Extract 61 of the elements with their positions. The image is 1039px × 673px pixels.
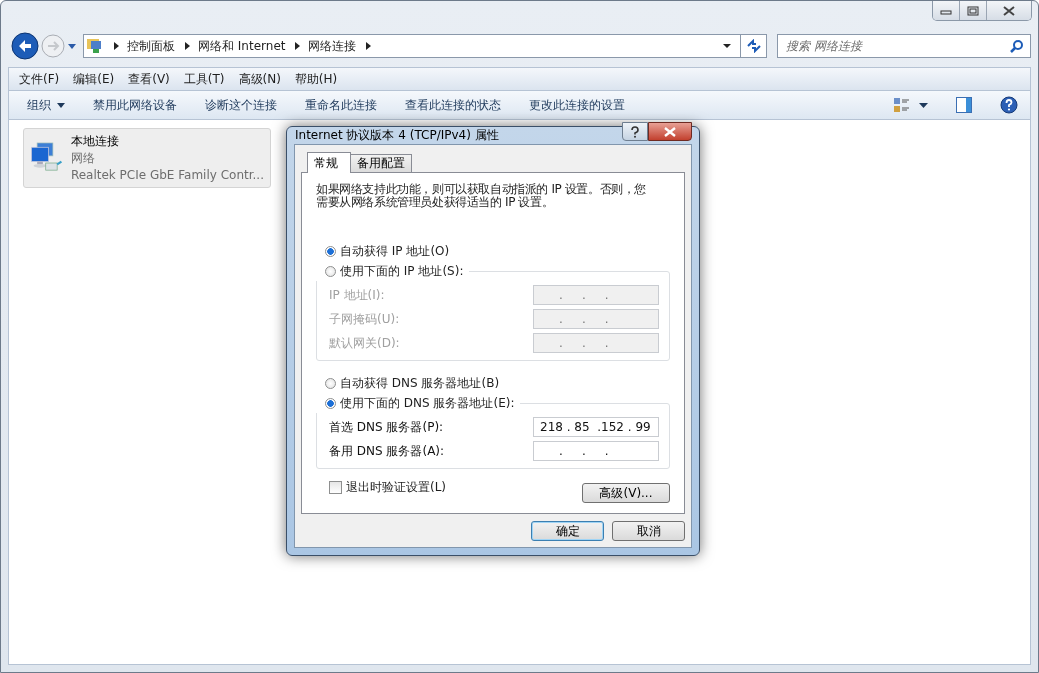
caret-icon[interactable] <box>919 102 928 108</box>
toolbar-button[interactable]: 组织 <box>27 96 65 114</box>
view-icon[interactable] <box>893 97 911 113</box>
menu-item[interactable]: 工具(T) <box>183 70 225 88</box>
ip-address-field[interactable]: . . . <box>533 441 659 461</box>
tab[interactable]: 常规 <box>307 152 351 173</box>
toolbar-button[interactable]: 重命名此连接 <box>305 96 377 114</box>
field-label: 备用 DNS 服务器(A): <box>329 442 445 460</box>
dialog-button[interactable]: 取消 <box>612 521 685 541</box>
search-field[interactable]: 搜索 网络连接 <box>777 34 1031 58</box>
menu-item[interactable]: 文件(F) <box>19 70 60 88</box>
chevron-icon <box>366 42 372 50</box>
close-icon <box>663 126 677 137</box>
description-text: 如果网络支持此功能，则可以获取自动指派的 IP 设置。否则，您需要从网络系统管理员处获得适当的 IP 设置。 <box>316 183 647 211</box>
network-folder-icon <box>86 37 104 55</box>
caret-icon[interactable] <box>67 42 77 50</box>
connection-item[interactable]: 本地连接 网络 Realtek PCIe GbE Family Contr... <box>23 128 271 188</box>
close-icon <box>1002 5 1016 16</box>
connection-name: 本地连接 <box>70 132 120 150</box>
breadcrumb[interactable]: 网络连接 <box>308 37 357 55</box>
menu-item[interactable]: 帮助(H) <box>294 70 338 88</box>
toolbar-button[interactable]: 诊断这个连接 <box>205 96 277 114</box>
dialog-button[interactable]: 确定 <box>531 521 604 541</box>
maximize-button[interactable] <box>960 1 987 20</box>
chevron-icon <box>114 42 119 50</box>
back-icon[interactable] <box>11 32 39 60</box>
adapter-name: Realtek PCIe GbE Family Contr... <box>70 166 264 184</box>
ip-address-field[interactable]: 218 . 85 .152 . 99 <box>533 417 659 437</box>
field-label: IP 地址(I): <box>329 286 385 304</box>
dialog-title: Internet 协议版本 4 (TCP/IPv4) 属性 <box>294 127 499 144</box>
address-bar[interactable]: 控制面板 网络和 Internet 网络连接 <box>83 34 741 58</box>
connection-status: 网络 <box>70 149 96 167</box>
question-icon <box>630 125 640 138</box>
dropdown-icon[interactable] <box>722 43 732 49</box>
breadcrumb[interactable]: 网络和 Internet <box>198 37 286 55</box>
caret-icon <box>57 102 65 108</box>
menu-item[interactable]: 编辑(E) <box>73 70 115 88</box>
checkbox-option[interactable]: 退出时验证设置(L) <box>329 478 447 496</box>
breadcrumb[interactable]: 控制面板 <box>127 37 175 55</box>
menu-item[interactable]: 高级(N) <box>238 70 281 88</box>
help-icon[interactable] <box>1000 96 1018 114</box>
field-label: 首选 DNS 服务器(P): <box>329 418 444 436</box>
search-icon <box>1010 39 1024 53</box>
field-label: 子网掩码(U): <box>329 310 400 328</box>
toolbar-button[interactable]: 更改此连接的设置 <box>529 96 625 114</box>
refresh-button[interactable] <box>741 34 767 58</box>
toolbar-button[interactable]: 查看此连接的状态 <box>405 96 501 114</box>
chevron-icon <box>295 42 301 50</box>
chevron-icon <box>185 42 190 50</box>
menu-item[interactable]: 查看(V) <box>128 70 170 88</box>
minimize-button[interactable] <box>933 1 960 20</box>
close-button[interactable] <box>648 122 692 141</box>
maximize-icon <box>967 5 979 16</box>
field-label: 默认网关(D): <box>329 334 400 352</box>
advanced-button[interactable]: 高级(V)... <box>582 483 670 503</box>
toolbar-button[interactable]: 禁用此网络设备 <box>93 96 177 114</box>
tab[interactable]: 备用配置 <box>350 154 412 172</box>
refresh-icon <box>745 39 762 53</box>
help-button[interactable] <box>622 122 648 141</box>
preview-pane-icon[interactable] <box>956 97 972 113</box>
close-button[interactable] <box>987 1 1031 20</box>
